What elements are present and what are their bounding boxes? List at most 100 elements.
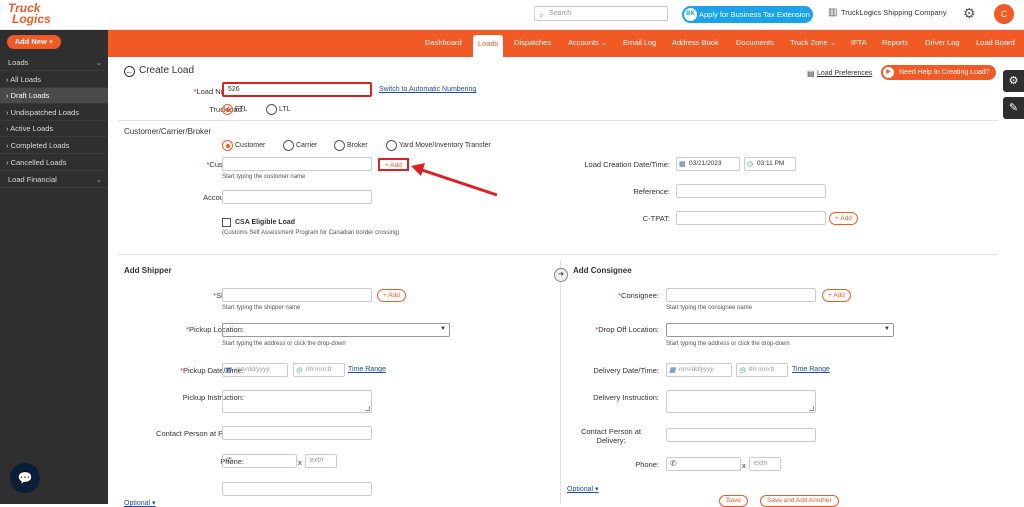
radio-carrier-label: Carrier xyxy=(296,142,318,149)
contact-delivery-input[interactable] xyxy=(666,428,816,442)
shipper-ext-input[interactable]: extn xyxy=(305,454,337,468)
radio-ftl[interactable]: FTL xyxy=(222,104,247,115)
contact-pickup-input[interactable] xyxy=(222,426,372,440)
load-creation-time-input[interactable]: ◷ 03:11 PM xyxy=(744,157,796,171)
ctpat-input[interactable] xyxy=(676,211,826,225)
phone-icon: ✆ xyxy=(670,459,677,468)
csa-eligible-checkbox[interactable] xyxy=(222,218,231,227)
tab-accounts[interactable]: Accounts ⌄ xyxy=(568,38,607,47)
dropoff-location-select[interactable]: ▼ xyxy=(666,323,894,337)
load-number-input[interactable]: 526 xyxy=(222,82,372,97)
add-new-button[interactable]: Add New + xyxy=(7,35,61,49)
pickup-time-input[interactable]: ◷ hh:mm:tt xyxy=(293,363,345,377)
pickup-time-range-link[interactable]: Time Range xyxy=(348,366,386,373)
shipper-phone-input[interactable]: ✆ xyxy=(222,454,297,468)
shipper-optional-toggle[interactable]: Optional ▾ xyxy=(124,499,156,507)
clock-icon: ◷ xyxy=(747,161,754,168)
radio-broker-label: Broker xyxy=(347,142,368,149)
delivery-date-input[interactable]: ▦ mm/dd/yyyy xyxy=(666,363,732,377)
tab-truck-zone[interactable]: Truck Zone ⌄ xyxy=(790,38,836,47)
sidebar-item-label: All Loads xyxy=(10,75,42,84)
dropoff-location-label-text: Drop Off Location: xyxy=(598,325,659,334)
consignee-input[interactable] xyxy=(666,288,816,302)
switch-automatic-numbering-link[interactable]: Switch to Automatic Numbering xyxy=(379,86,476,93)
search-input[interactable]: ⌕ Search xyxy=(534,6,668,21)
consignee-optional-toggle[interactable]: Optional ▾ xyxy=(567,485,599,493)
sidebar-section-load-financial[interactable]: Load Financial ⌄ xyxy=(0,172,108,188)
bol-input[interactable] xyxy=(222,482,372,496)
settings-wheel-icon[interactable]: ⚙ xyxy=(1003,70,1024,92)
tab-documents[interactable]: Documents xyxy=(736,38,774,47)
preferences-icon: ▤ xyxy=(807,69,815,78)
consignee-phone-input[interactable]: ✆ xyxy=(666,457,741,471)
radio-yard-move-label: Yard Move/Inventory Transfer xyxy=(399,142,491,149)
main-nav: Dashboard Loads Dispatches Accounts ⌄ Em… xyxy=(108,30,1024,57)
delivery-time-input[interactable]: ◷ hh:mm:tt xyxy=(736,363,788,377)
phone-icon: ✆ xyxy=(226,456,233,465)
tab-ifta[interactable]: IFTA xyxy=(851,38,867,47)
load-preferences-link[interactable]: ▤ Load Preferences xyxy=(807,69,872,78)
sidebar-item-draft-loads[interactable]: › Draft Loads xyxy=(0,88,108,104)
tab-email-log[interactable]: Email Log xyxy=(623,38,656,47)
page-title: Create Load xyxy=(139,65,195,76)
delivery-instruction-label: Delivery Instruction: xyxy=(593,393,659,402)
save-and-add-another-button[interactable]: Save and Add Another xyxy=(760,495,839,507)
add-shipper-button[interactable]: + Add xyxy=(377,289,406,302)
back-arrow-icon[interactable]: ← xyxy=(124,66,135,77)
customer-input[interactable] xyxy=(222,157,372,171)
delivery-instruction-textarea[interactable] xyxy=(666,390,816,413)
shipper-input[interactable] xyxy=(222,288,372,302)
reference-input[interactable] xyxy=(676,184,826,198)
ext-separator: x xyxy=(742,461,746,470)
sidebar-item-all-loads[interactable]: › All Loads xyxy=(0,72,108,88)
chat-bubble-icon[interactable]: 💬 xyxy=(10,463,40,493)
tab-loads[interactable]: Loads xyxy=(473,35,504,57)
pickup-date-input[interactable]: ▦ mm/dd/yyyy xyxy=(222,363,288,377)
chevron-down-icon: ⌄ xyxy=(600,38,608,47)
help-creating-load-button[interactable]: ▶ Need Help In Creating Load? xyxy=(881,65,996,80)
radio-customer[interactable]: Customer xyxy=(222,140,265,151)
sidebar: Add New + Loads ⌄ › All Loads › Draft Loa… xyxy=(0,30,108,504)
sidebar-item-label: Completed Loads xyxy=(10,141,70,150)
sidebar-item-cancelled-loads[interactable]: › Cancelled Loads xyxy=(0,155,108,171)
pickup-location-select[interactable]: ▼ xyxy=(222,323,450,337)
radio-circle xyxy=(222,104,233,115)
sidebar-item-label: Cancelled Loads xyxy=(10,158,67,167)
gear-icon[interactable]: ⚙ xyxy=(963,5,976,22)
divider xyxy=(118,120,998,121)
radio-broker[interactable]: Broker xyxy=(334,140,368,151)
apply-tax-extension-button[interactable]: BK Apply for Business Tax Extension xyxy=(682,6,813,23)
sidebar-item-active-loads[interactable]: › Active Loads xyxy=(0,121,108,137)
document-edit-icon[interactable]: ✎ xyxy=(1003,97,1024,119)
tab-driver-log[interactable]: Driver Log xyxy=(925,38,960,47)
add-ctpat-button[interactable]: + Add xyxy=(829,212,858,225)
company-switcher[interactable]: ▥ TruckLogics Shipping Company xyxy=(828,7,947,18)
chevron-down-icon: ⌄ xyxy=(829,38,837,47)
radio-carrier[interactable]: Carrier xyxy=(283,140,317,151)
avatar[interactable]: C xyxy=(994,4,1014,24)
tab-dispatches[interactable]: Dispatches xyxy=(514,38,551,47)
chevron-down-icon: ⌄ xyxy=(95,175,102,184)
trucklogics-logo[interactable]: Truck Logics xyxy=(8,2,64,27)
tab-reports[interactable]: Reports xyxy=(882,38,908,47)
delivery-datetime-label: Delivery Date/Time: xyxy=(593,366,659,375)
bk-badge-icon: BK xyxy=(684,8,697,21)
add-consignee-button[interactable]: + Add xyxy=(822,289,851,302)
tab-dashboard[interactable]: Dashboard xyxy=(425,38,462,47)
radio-ltl[interactable]: LTL xyxy=(266,104,291,115)
dropdown-arrow-icon: ▼ xyxy=(884,326,890,332)
column-divider xyxy=(560,260,561,504)
radio-yard-move[interactable]: Yard Move/Inventory Transfer xyxy=(386,140,491,151)
account-no-input[interactable] xyxy=(222,190,372,204)
sidebar-item-completed-loads[interactable]: › Completed Loads xyxy=(0,138,108,154)
sidebar-item-undispatched-loads[interactable]: › Undispatched Loads xyxy=(0,105,108,121)
pickup-instruction-textarea[interactable] xyxy=(222,390,372,413)
tab-address-book[interactable]: Address Book xyxy=(672,38,719,47)
pickup-date-placeholder: mm/dd/yyyy xyxy=(235,366,270,373)
sidebar-section-loads[interactable]: Loads ⌄ xyxy=(0,55,108,71)
save-button[interactable]: Save xyxy=(719,495,748,507)
tab-load-board[interactable]: Load Board xyxy=(976,38,1015,47)
consignee-ext-input[interactable]: extn xyxy=(749,457,781,471)
load-creation-date-input[interactable]: ▦ 03/21/2023 xyxy=(676,157,740,171)
delivery-time-range-link[interactable]: Time Range xyxy=(792,366,830,373)
